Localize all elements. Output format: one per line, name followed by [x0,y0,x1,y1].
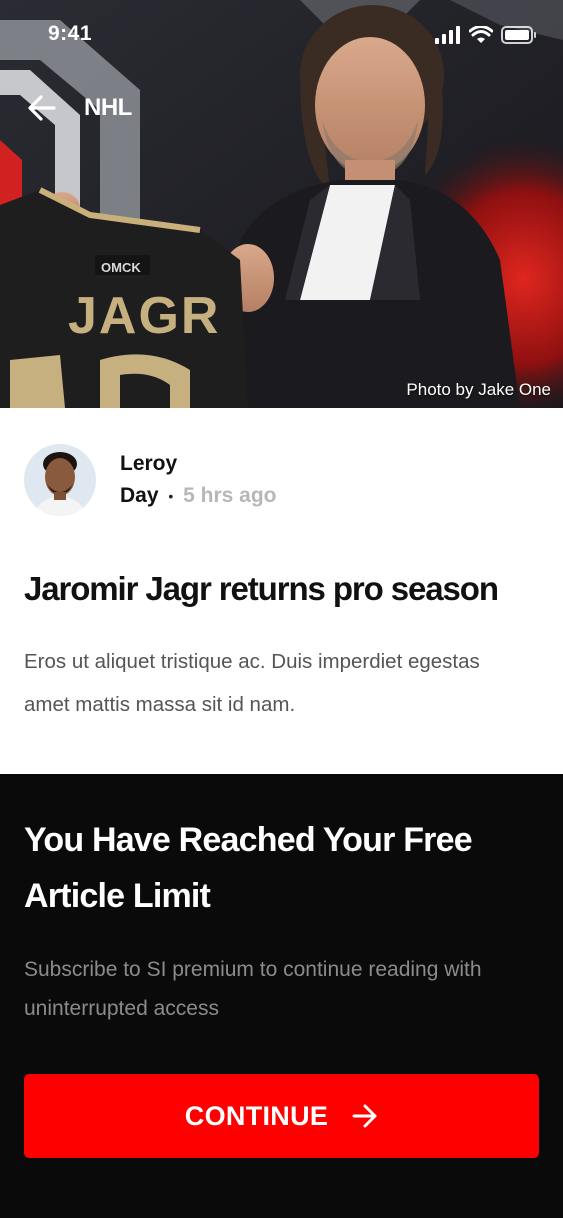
signal-icon [435,26,460,44]
hero-section: OMCK JAGR 9:41 NHL Photo by Jake One [0,0,563,408]
continue-label: CONTINUE [184,1100,329,1131]
status-bar: 9:41 [0,0,563,70]
back-button[interactable] [26,90,58,126]
jersey-sponsor: OMCK [101,260,141,275]
nav-bar: NHL [26,90,132,126]
photo-credit: Photo by Jake One [406,380,551,399]
avatar[interactable] [24,444,96,516]
section-title: NHL [84,94,132,121]
jersey-name: JAGR [68,287,220,345]
author-last-name[interactable]: Day [120,484,159,507]
author-info: Leroy Day • 5 hrs ago [120,448,277,512]
status-time: 9:41 [48,22,93,45]
author-meta: Day • 5 hrs ago [120,480,277,512]
author-row[interactable]: Leroy Day • 5 hrs ago [24,444,277,516]
wifi-icon [469,26,493,43]
meta-separator: • [168,488,174,505]
status-icons [435,26,537,44]
avatar-photo [24,444,96,516]
continue-button[interactable]: CONTINUE [24,1074,539,1158]
paywall-title: You Have Reached Your Free Article Limit [24,821,473,915]
battery-icon [501,26,536,44]
author-first-name[interactable]: Leroy [120,448,277,480]
paywall-panel: You Have Reached Your Free Article Limit… [0,774,563,1218]
back-arrow-icon [28,95,56,121]
article-excerpt: Eros ut aliquet tristique ac. Duis imper… [24,650,480,716]
post-time: 5 hrs ago [183,483,277,507]
arrow-right-icon [352,1104,377,1128]
paywall-subtitle: Subscribe to SI premium to continue read… [24,958,482,1020]
article-headline: Jaromir Jagr returns pro season [24,570,499,607]
